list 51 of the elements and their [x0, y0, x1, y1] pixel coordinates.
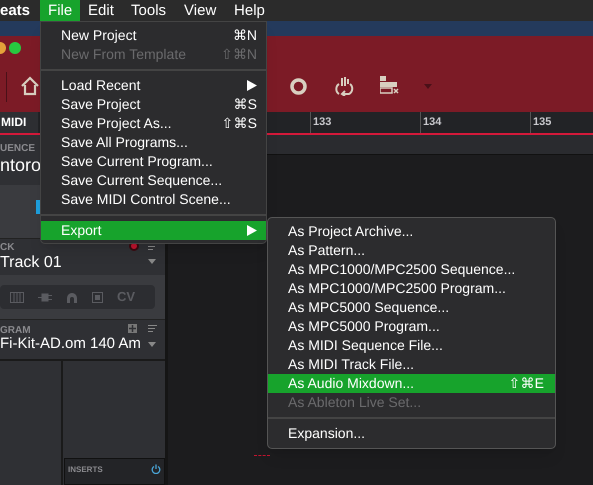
app-menu[interactable]: eats — [0, 0, 40, 21]
menu-item[interactable]: As MPC1000/MPC2500 Sequence... — [268, 260, 555, 279]
arch-icon[interactable] — [66, 292, 78, 302]
menu-item[interactable]: As Pattern... — [268, 241, 555, 260]
playhead-marker — [254, 455, 270, 456]
level-bar — [36, 200, 40, 214]
menu-item[interactable]: Save Project As... ⇧⌘S — [41, 114, 266, 133]
window-control-icon — [9, 42, 21, 54]
menu-item[interactable]: As MPC5000 Program... — [268, 317, 555, 336]
menu-bar-item[interactable]: Tools — [123, 0, 176, 21]
menu-item[interactable]: As MIDI Track File... — [268, 355, 555, 374]
menu-item[interactable]: Expansion... — [268, 424, 555, 443]
menu-bar-item[interactable]: Help — [226, 0, 272, 21]
menu-item[interactable]: Load Recent — [41, 76, 266, 95]
caret-icon[interactable] — [148, 342, 156, 347]
track-name[interactable]: Track 01 — [0, 253, 62, 273]
program-name[interactable]: Fi-Kit-AD.om 140 Am — [0, 335, 141, 354]
menu-bar-item[interactable]: View — [176, 0, 226, 21]
shortcut-label: ⇧⌘S — [222, 114, 257, 133]
menu-item[interactable]: Save Project ⌘S — [41, 95, 266, 114]
home-icon — [20, 76, 40, 96]
keyboard-icon[interactable] — [10, 292, 24, 302]
submenu-arrow-icon — [247, 225, 257, 236]
menu-bar-item[interactable]: Edit — [80, 0, 124, 21]
menu-item[interactable]: As MIDI Sequence File... — [268, 336, 555, 355]
caret-icon[interactable] — [148, 259, 156, 264]
shortcut-label: ⇧⌘E — [508, 374, 544, 393]
shortcut-label: ⇧⌘N — [220, 45, 257, 64]
square-icon[interactable] — [92, 292, 103, 302]
section-label: GRAM — [0, 326, 31, 336]
submenu-arrow-icon — [247, 80, 257, 91]
menu-item[interactable]: Save Current Sequence... — [41, 171, 266, 190]
menu-item[interactable]: Save MIDI Control Scene... — [41, 190, 266, 209]
menu-item[interactable]: As MPC5000 Sequence... — [268, 298, 555, 317]
menu-item[interactable]: New Project ⌘N — [41, 26, 266, 45]
add-icon[interactable] — [128, 324, 137, 333]
menu-icon[interactable] — [148, 325, 157, 332]
section-label: CK — [0, 243, 14, 253]
menu-item[interactable]: As Project Archive... — [268, 222, 555, 241]
shortcut-label: ⌘S — [234, 95, 257, 114]
disc-icon — [290, 78, 307, 95]
plug-icon[interactable] — [38, 292, 52, 302]
shortcut-label: ⌘N — [232, 26, 257, 45]
midi-tab[interactable]: MIDI — [0, 112, 38, 133]
menu-item[interactable]: Save All Programs... — [41, 133, 266, 152]
menu-item[interactable]: As MPC1000/MPC2500 Program... — [268, 279, 555, 298]
inserts-label: INSERTS — [68, 464, 103, 476]
clear-grid-icon — [380, 76, 399, 94]
power-icon[interactable] — [151, 464, 161, 474]
menu-item[interactable]: Save Current Program... — [41, 152, 266, 171]
section-label: UENCE — [0, 144, 36, 154]
